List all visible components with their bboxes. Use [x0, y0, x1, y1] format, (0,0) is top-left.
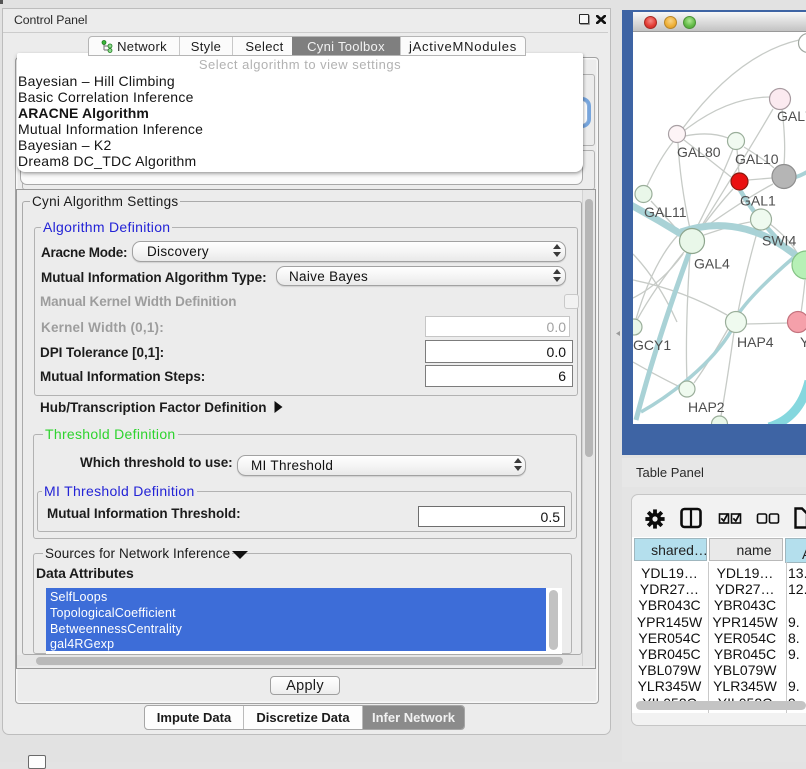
svg-text:HAP2: HAP2 — [688, 399, 725, 415]
svg-text:GAL80: GAL80 — [677, 144, 721, 160]
svg-text:GAL10: GAL10 — [735, 151, 779, 167]
svg-text:GAL7: GAL7 — [777, 108, 806, 124]
svg-text:Y: Y — [800, 334, 806, 350]
svg-text:GAL1: GAL1 — [740, 192, 776, 208]
svg-text:HAP4: HAP4 — [737, 334, 774, 350]
svg-text:GCY1: GCY1 — [633, 337, 671, 353]
svg-text:GAL4: GAL4 — [694, 255, 730, 271]
svg-text:GAL11: GAL11 — [644, 204, 687, 220]
svg-text:SWI4: SWI4 — [762, 232, 796, 248]
